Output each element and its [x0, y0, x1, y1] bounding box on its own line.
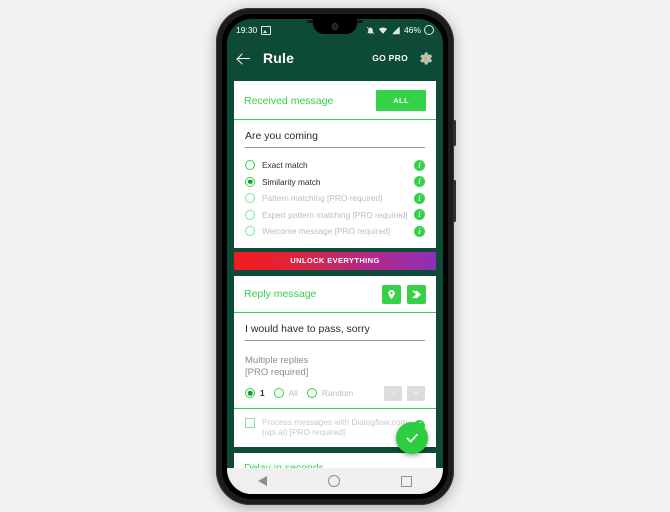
- received-message-field-wrap: Are you coming: [234, 120, 436, 152]
- radio-icon[interactable]: [245, 176, 255, 187]
- option-label: Exact match: [262, 160, 308, 171]
- option-replies-random[interactable]: Random: [306, 388, 354, 398]
- tag-icon[interactable]: [407, 284, 426, 304]
- radio-icon[interactable]: [245, 226, 255, 237]
- volume-button[interactable]: [453, 180, 456, 222]
- reply-message-header: Reply message: [234, 276, 436, 313]
- info-icon[interactable]: i: [414, 159, 425, 171]
- radio-icon[interactable]: [306, 388, 317, 398]
- app-bar: Rule GO PRO: [227, 41, 443, 75]
- phone-screen: 19:30 46% Rule GO PRO Received message A…: [227, 19, 443, 494]
- gear-bolt-icon[interactable]: [417, 50, 434, 67]
- option-similarity-match[interactable]: Similarity match i: [245, 174, 425, 191]
- wifi-icon: [378, 26, 388, 34]
- unlock-everything-banner[interactable]: UNLOCK EVERYTHING: [234, 251, 436, 270]
- page-title: Rule: [263, 50, 295, 66]
- check-icon: [406, 433, 418, 443]
- received-message-actions: ALL: [376, 90, 426, 111]
- option-label: 1: [260, 388, 265, 398]
- option-label: Welcome message [PRO required]: [262, 226, 391, 237]
- match-mode-options: Exact match i Similarity match i Pattern…: [234, 152, 436, 248]
- stepper-decrement-button[interactable]: -: [384, 385, 402, 401]
- option-label: Similarity match: [262, 176, 321, 187]
- multiple-replies-title-line2: [PRO required]: [245, 366, 309, 378]
- info-icon[interactable]: i: [414, 225, 425, 237]
- status-bar-right: 46%: [366, 25, 434, 35]
- home-nav-icon[interactable]: [327, 475, 340, 487]
- dialogflow-label: Process messages with Dialogflow.com (ap…: [262, 416, 408, 438]
- battery-icon: [424, 25, 434, 35]
- notification-silent-icon: [366, 26, 375, 34]
- all-button[interactable]: ALL: [376, 90, 426, 111]
- received-message-title: Received message: [244, 94, 334, 107]
- radio-icon[interactable]: [245, 388, 255, 398]
- save-fab-button[interactable]: [396, 422, 428, 454]
- reply-message-actions: [382, 284, 426, 304]
- replies-stepper: - +: [384, 385, 425, 401]
- stepper-increment-button[interactable]: +: [407, 385, 425, 401]
- multiple-replies-section: Multiple replies [PRO required] 1 All Ra…: [234, 345, 436, 408]
- back-arrow-icon[interactable]: [236, 50, 252, 66]
- power-button[interactable]: [453, 120, 456, 146]
- back-nav-icon[interactable]: [257, 476, 267, 486]
- status-bar-left: 19:30: [236, 25, 272, 35]
- reply-message-field-wrap: I would have to pass, sorry: [234, 313, 436, 345]
- radio-icon[interactable]: [273, 388, 284, 398]
- option-label: Pattern matching [PRO required]: [262, 193, 383, 204]
- dialogflow-checkbox[interactable]: [245, 417, 255, 428]
- option-label: Expert pattern matching [PRO required]: [262, 209, 408, 220]
- radio-icon[interactable]: [245, 209, 255, 220]
- battery-percent: 46%: [403, 25, 421, 35]
- option-replies-one[interactable]: 1: [245, 388, 265, 398]
- recents-nav-icon[interactable]: [401, 475, 413, 487]
- option-welcome-message[interactable]: Welcome message [PRO required] i: [245, 223, 425, 240]
- screenshot-icon: [261, 25, 272, 35]
- option-exact-match[interactable]: Exact match i: [245, 157, 425, 174]
- camera-notch: [313, 19, 357, 34]
- phone-device-frame: 19:30 46% Rule GO PRO Received message A…: [216, 8, 456, 505]
- go-pro-button[interactable]: GO PRO: [372, 53, 408, 63]
- reply-message-input[interactable]: I would have to pass, sorry: [245, 323, 425, 341]
- received-message-card: Received message ALL Are you coming Exac…: [234, 81, 436, 248]
- rule-form-content: Received message ALL Are you coming Exac…: [227, 75, 443, 494]
- android-nav-bar: [227, 468, 443, 494]
- radio-icon[interactable]: [245, 160, 255, 171]
- option-pattern-matching[interactable]: Pattern matching [PRO required] i: [245, 190, 425, 207]
- phone-bezel: 19:30 46% Rule GO PRO Received message A…: [222, 14, 448, 499]
- signal-icon: [392, 26, 400, 34]
- info-icon[interactable]: i: [414, 176, 425, 188]
- screenshot-root: 19:30 46% Rule GO PRO Received message A…: [0, 0, 670, 512]
- status-time: 19:30: [236, 25, 258, 35]
- info-icon[interactable]: i: [414, 209, 425, 221]
- option-expert-pattern-matching[interactable]: Expert pattern matching [PRO required] i: [245, 207, 425, 224]
- location-pin-icon[interactable]: [382, 284, 401, 304]
- multiple-replies-options-row: 1 All Random - +: [245, 385, 425, 401]
- multiple-replies-title-line1: Multiple replies: [245, 354, 309, 366]
- front-camera-icon: [331, 23, 339, 30]
- option-label: Random: [321, 388, 354, 398]
- received-message-header: Received message ALL: [234, 81, 436, 120]
- info-icon[interactable]: i: [414, 192, 425, 204]
- received-message-input[interactable]: Are you coming: [245, 130, 425, 148]
- reply-message-card: Reply message I would have to pass, sorr…: [234, 275, 436, 447]
- option-replies-all[interactable]: All: [273, 388, 298, 398]
- reply-message-title: Reply message: [244, 288, 317, 300]
- option-label: All: [288, 388, 298, 398]
- radio-icon[interactable]: [245, 193, 255, 204]
